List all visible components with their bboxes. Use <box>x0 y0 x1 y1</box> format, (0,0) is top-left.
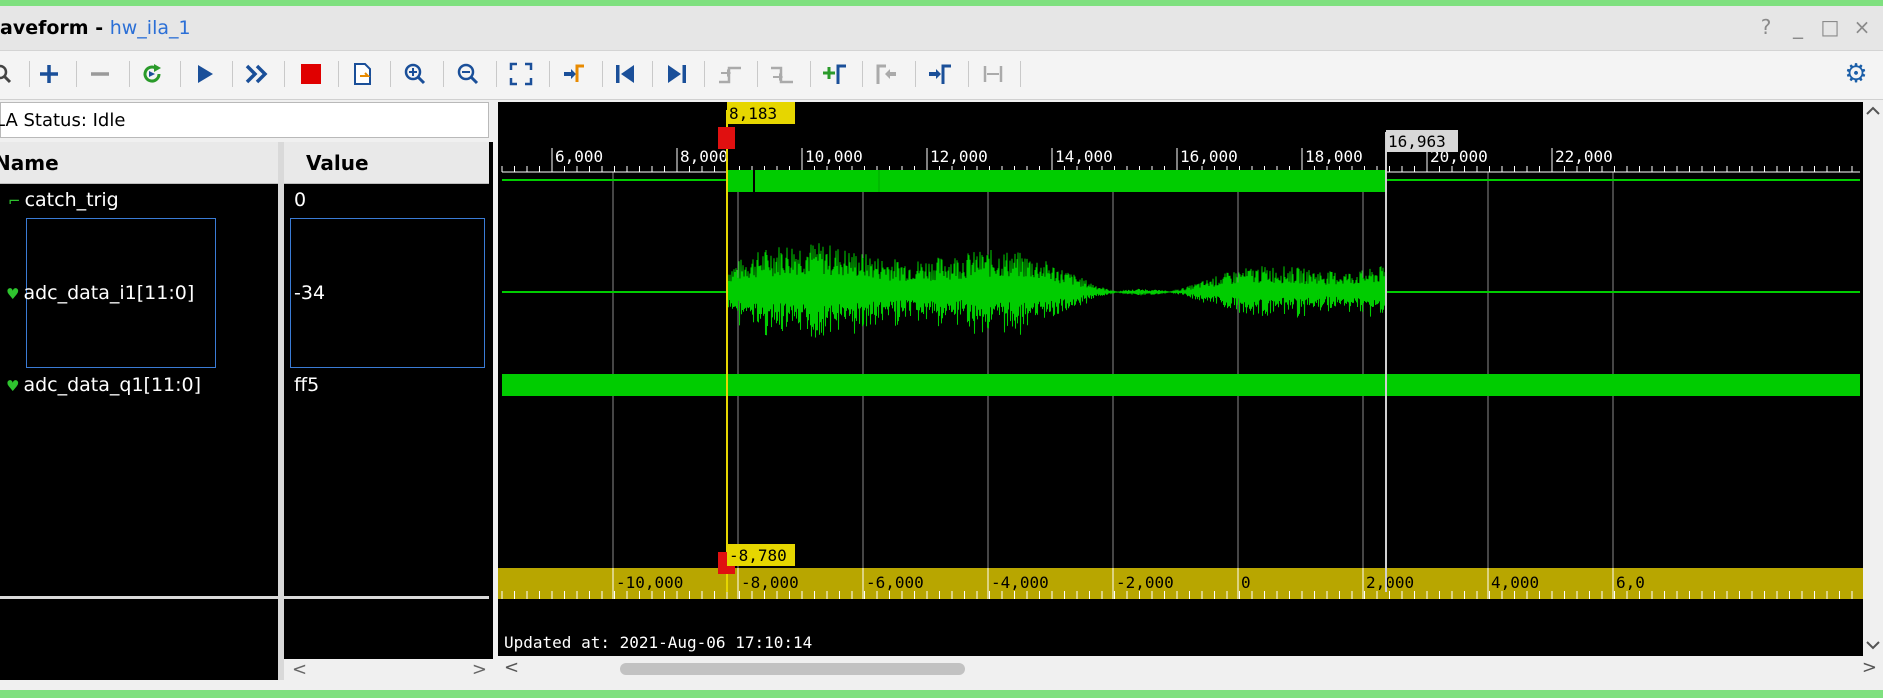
go-to-start-icon[interactable] <box>608 57 642 91</box>
signal-row-catch-trig[interactable]: ⌐ catch_trig <box>8 189 119 211</box>
ila-status-text: LA Status: Idle <box>0 110 126 131</box>
signal-value-adc-data-i1: -34 <box>294 282 326 304</box>
scroll-left-arrow-icon[interactable]: < <box>292 659 307 680</box>
value-column-header[interactable]: Value <box>284 142 489 184</box>
add-icon[interactable] <box>32 57 66 91</box>
close-icon[interactable]: × <box>1851 15 1873 39</box>
waveform-svg: 6,000 8,000 10,000 12,000 14,000 16,000 18,000… <box>498 102 1863 652</box>
export-icon[interactable] <box>346 57 380 91</box>
run-trigger-immediate-icon[interactable] <box>135 57 169 91</box>
add-marker-icon[interactable] <box>818 57 852 91</box>
next-marker-icon[interactable] <box>923 57 957 91</box>
bottom-ruler-label: -2,000 <box>1116 573 1174 592</box>
window-bottom-accent <box>0 690 1883 698</box>
top-ruler-label: 22,000 <box>1555 147 1613 166</box>
column-divider[interactable] <box>278 142 284 680</box>
bottom-ruler-label: -10,000 <box>616 573 683 592</box>
signal-row-adc-data-q1[interactable]: ♥ adc_data_q1[11:0] <box>6 374 201 396</box>
bus-signal-icon: ♥ <box>6 377 20 395</box>
signal-value-catch-trig: 0 <box>294 189 307 211</box>
cursor-handle-top[interactable] <box>718 127 735 149</box>
window-title: aveform - hw_ila_1 <box>0 17 191 39</box>
waveform-canvas[interactable]: 6,000 8,000 10,000 12,000 14,000 16,000 18,000… <box>498 102 1863 656</box>
top-ruler-label: 6,000 <box>555 147 603 166</box>
run-trigger-icon[interactable] <box>188 57 222 91</box>
bit-signal-icon: ⌐ <box>8 192 21 210</box>
zoom-fit-icon[interactable] <box>504 57 538 91</box>
marker-label: 16,963 <box>1388 132 1446 151</box>
bottom-ruler-label: 4,000 <box>1491 573 1539 592</box>
waveform-window: aveform - hw_ila_1 ? _ □ × ⚙ LA Status: … <box>0 0 1883 698</box>
pane-separator <box>0 596 489 599</box>
zoom-in-icon[interactable] <box>398 57 432 91</box>
cursor-label: 8,183 <box>729 104 777 123</box>
bottom-ruler-label: 0 <box>1241 573 1251 592</box>
top-ruler-label: 14,000 <box>1055 147 1113 166</box>
catch-trig-high-trace <box>728 170 1386 192</box>
scroll-right-arrow-icon[interactable]: > <box>472 659 487 680</box>
settings-gear-icon[interactable]: ⚙ <box>1839 57 1873 91</box>
top-ruler-label: 12,000 <box>930 147 988 166</box>
signal-name: catch_trig <box>24 189 119 211</box>
signal-value-adc-data-q1: ff5 <box>294 374 320 396</box>
title-bar: aveform - hw_ila_1 ? _ □ × <box>0 6 1883 51</box>
name-column-header[interactable]: Name <box>0 142 278 184</box>
signal-name: adc_data_i1[11:0] <box>23 282 195 304</box>
waveform-toolbar: ⚙ <box>0 51 1883 100</box>
horizontal-scroll-thumb[interactable] <box>620 663 965 675</box>
top-ruler-label: 16,000 <box>1180 147 1238 166</box>
minimize-icon[interactable]: _ <box>1787 15 1809 39</box>
maximize-icon[interactable]: □ <box>1819 15 1841 39</box>
ila-status-field: LA Status: Idle <box>0 102 489 138</box>
stop-icon[interactable] <box>294 57 328 91</box>
previous-marker-icon <box>870 57 904 91</box>
waveform-horizontal-scrollbar[interactable]: < > <box>498 656 1883 682</box>
bottom-ruler-label: 6,0 <box>1616 573 1645 592</box>
adc-q1-bus-trace <box>502 374 1860 396</box>
scroll-right-arrow-icon[interactable]: > <box>1862 657 1877 678</box>
bottom-ruler-band <box>498 568 1863 599</box>
cursor-delta-label: -8,780 <box>729 546 787 565</box>
bottom-ruler-label: -8,000 <box>741 573 799 592</box>
signal-name: adc_data_q1[11:0] <box>23 374 202 396</box>
run-immediate-icon[interactable] <box>240 57 274 91</box>
bottom-ruler-label: -6,000 <box>866 573 924 592</box>
bottom-ruler-label: -4,000 <box>991 573 1049 592</box>
window-title-link[interactable]: hw_ila_1 <box>110 17 191 39</box>
value-column-scrollbar[interactable]: < > <box>284 659 493 681</box>
go-to-end-icon[interactable] <box>660 57 694 91</box>
next-transition-icon <box>765 57 799 91</box>
signal-row-adc-data-i1[interactable]: ♥ adc_data_i1[11:0] <box>6 282 194 304</box>
top-ruler-label: 8,000 <box>680 147 728 166</box>
help-icon[interactable]: ? <box>1755 15 1777 39</box>
zoom-out-icon[interactable] <box>451 57 485 91</box>
bus-signal-icon: ♥ <box>6 285 20 303</box>
search-icon[interactable] <box>0 57 20 91</box>
remove-icon <box>83 57 117 91</box>
go-to-cursor-icon[interactable] <box>557 57 591 91</box>
top-ruler-label: 18,000 <box>1305 147 1363 166</box>
window-title-prefix: aveform - <box>0 17 110 39</box>
waveform-vertical-scrollbar[interactable] <box>1863 102 1883 656</box>
window-controls: ? _ □ × <box>1755 15 1873 39</box>
top-ruler: 6,000 8,000 10,000 12,000 14,000 16,000 18,000… <box>501 147 1860 173</box>
swap-cursors-icon <box>976 57 1010 91</box>
adc-i1-analog-trace <box>727 243 1387 338</box>
scroll-left-arrow-icon[interactable]: < <box>504 657 519 678</box>
updated-timestamp: Updated at: 2021-Aug-06 17:10:14 <box>504 633 812 652</box>
previous-transition-icon <box>713 57 747 91</box>
top-ruler-label: 10,000 <box>805 147 863 166</box>
bottom-ruler-label: 2,000 <box>1366 573 1414 592</box>
signal-list-pane: Name Value ⌐ catch_trig 0 ♥ adc_data_i1[11… <box>0 142 493 680</box>
